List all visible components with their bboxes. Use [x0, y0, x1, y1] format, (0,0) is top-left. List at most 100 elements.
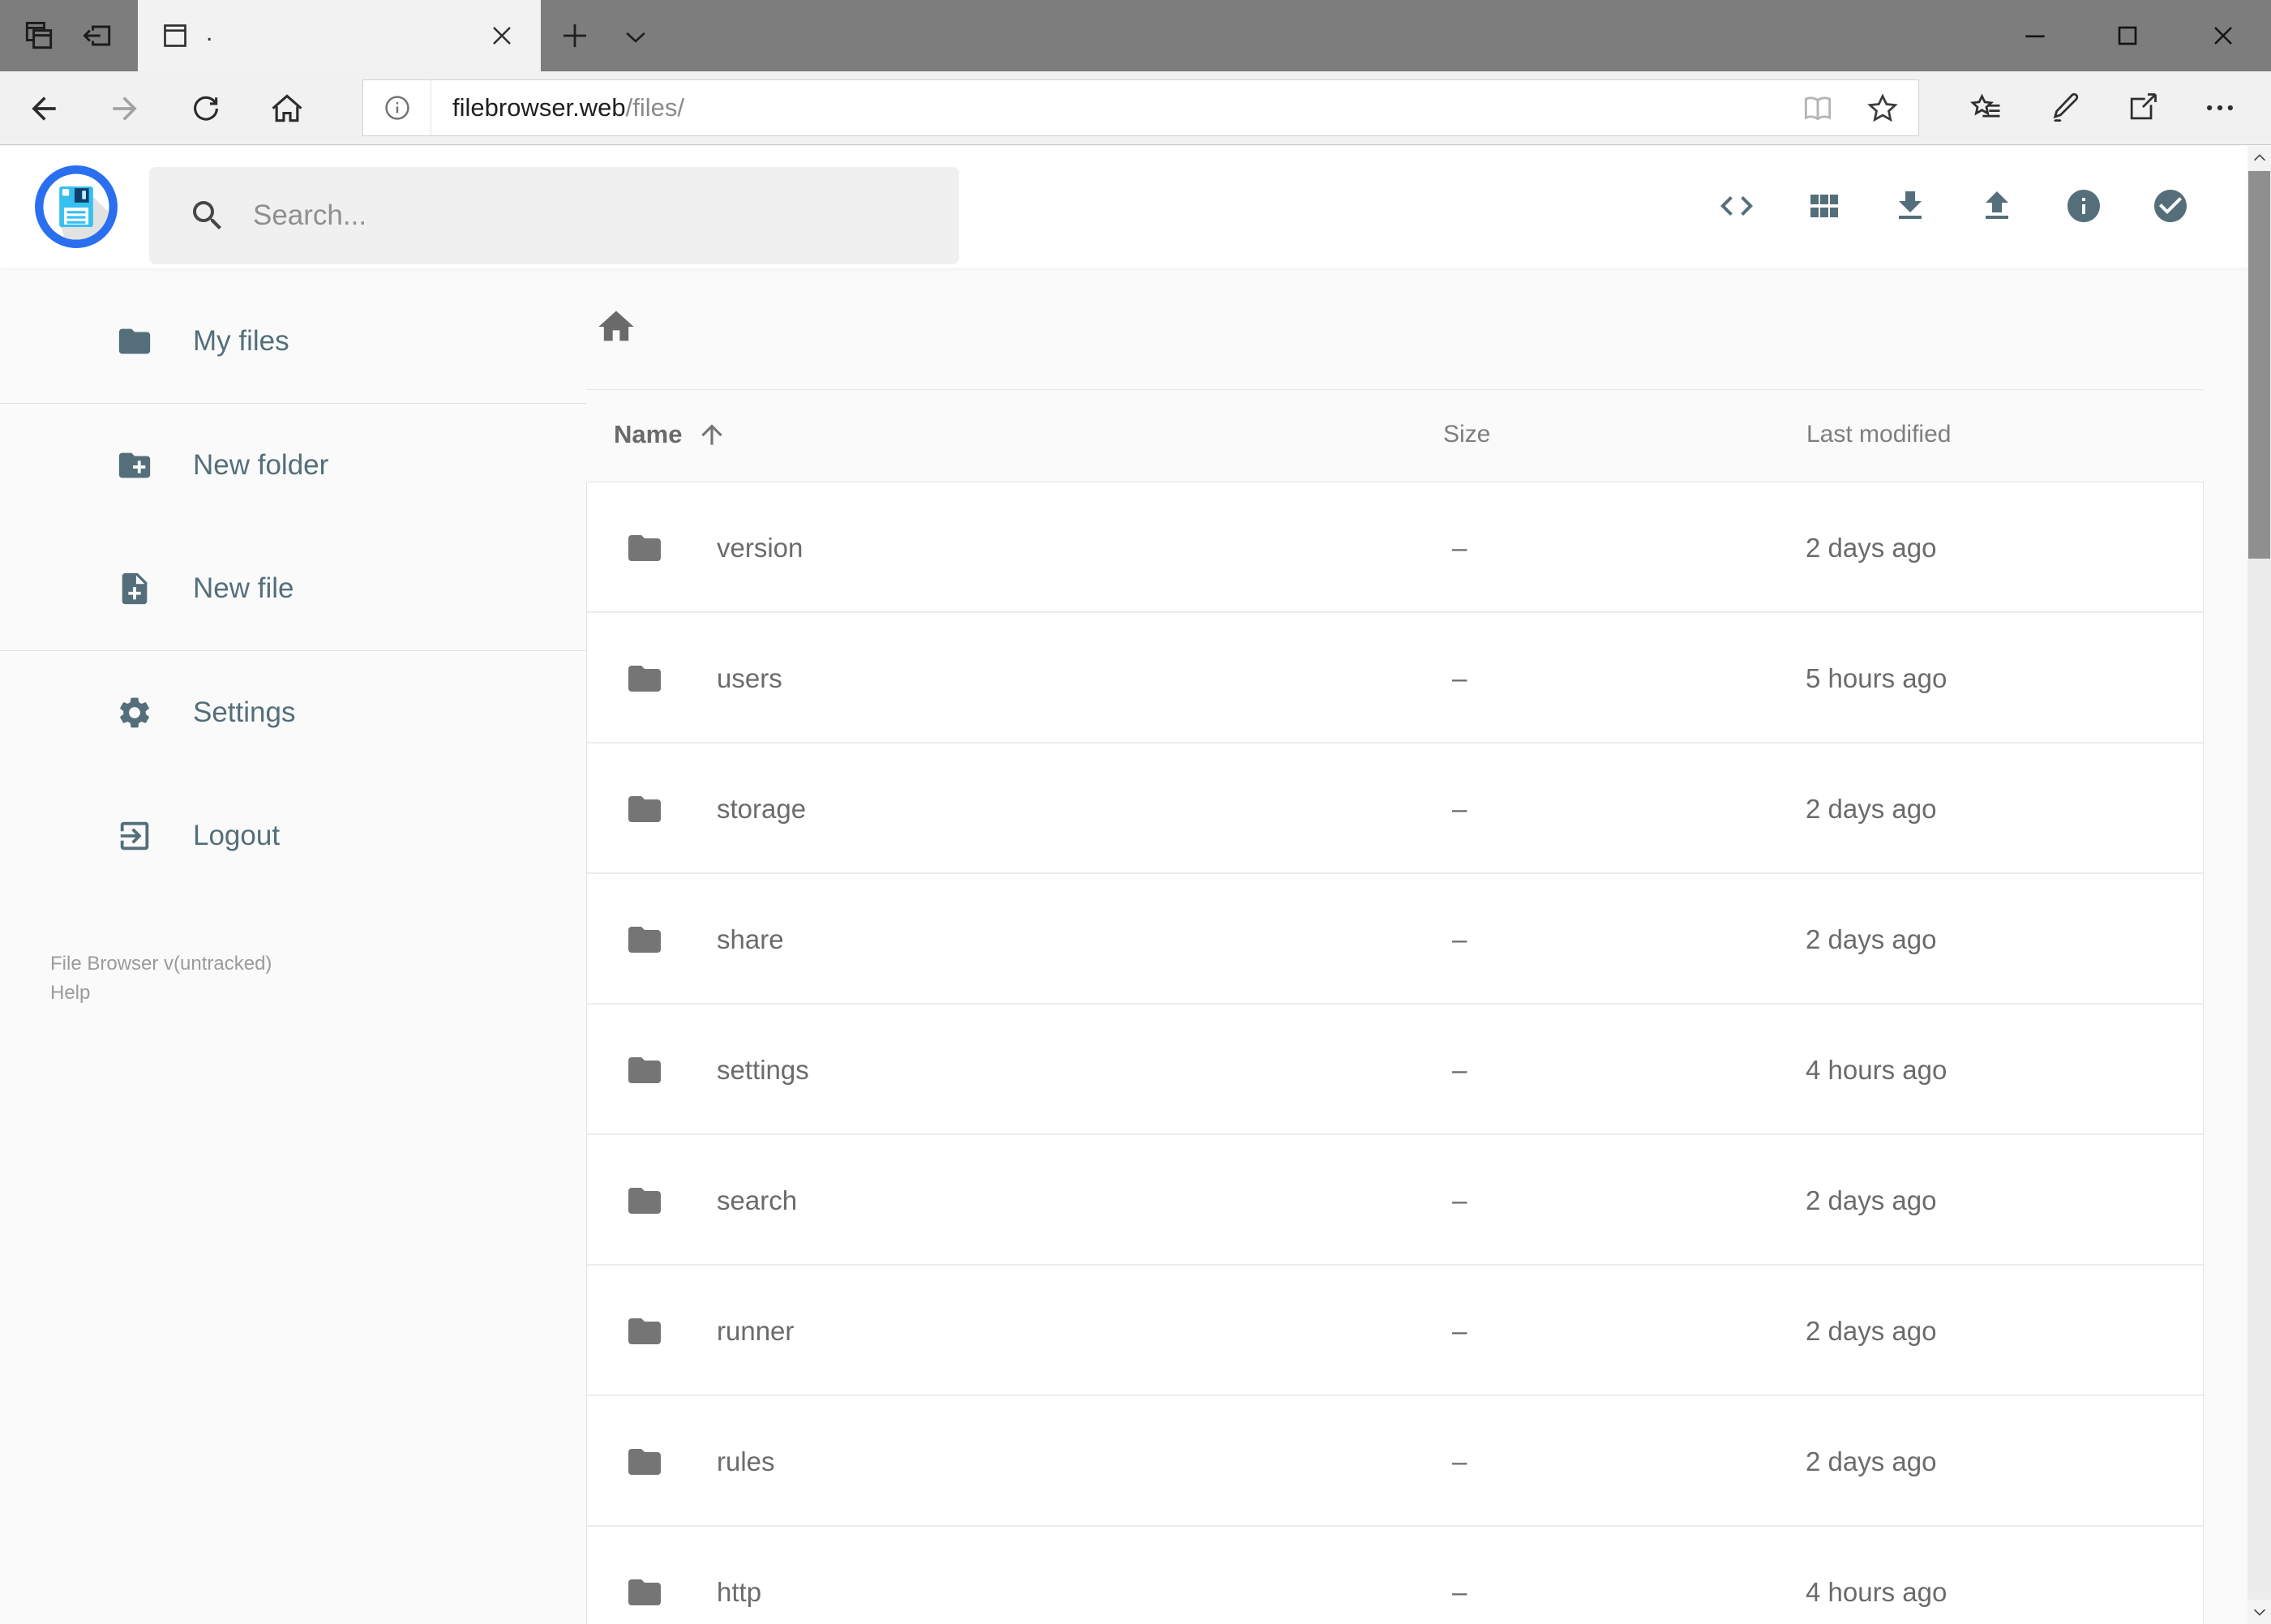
table-header: Name Size Last modified [586, 390, 2204, 482]
scrollbar-thumb[interactable] [2248, 171, 2270, 559]
file-modified: 2 days ago [1806, 794, 1937, 824]
file-name: version [717, 533, 803, 563]
column-header-modified[interactable]: Last modified [1806, 421, 1951, 448]
sidebar-footer: File Browser v(untracked) Help [0, 898, 586, 1008]
sidebar-item-logout[interactable]: Logout [0, 774, 586, 898]
add-favorite-star-icon[interactable] [1865, 91, 1900, 126]
scrollbar-up-icon[interactable] [2247, 146, 2271, 170]
file-size: – [1452, 1577, 1468, 1607]
forward-button[interactable] [107, 91, 143, 126]
grid-view-icon[interactable] [1804, 186, 1843, 225]
file-modified: 2 days ago [1806, 1446, 1937, 1476]
file-name: rules [717, 1446, 775, 1476]
url-host: filebrowser.web [452, 93, 626, 122]
scrollbar-down-icon[interactable] [2247, 1600, 2271, 1624]
note-add-icon [116, 570, 153, 607]
file-modified: 2 days ago [1806, 1316, 1937, 1346]
info-icon[interactable] [2064, 186, 2103, 225]
set-tabs-aside-icon[interactable] [79, 18, 115, 54]
sidebar-item-new-file[interactable]: New file [0, 527, 586, 650]
column-name-label: Name [614, 420, 683, 448]
tab-preview-icon[interactable] [21, 18, 57, 54]
file-size: – [1452, 1446, 1468, 1476]
search-icon [188, 196, 227, 235]
sidebar-item-new-folder[interactable]: New folder [0, 404, 586, 527]
file-name: http [717, 1577, 762, 1607]
app-version-text: File Browser v(untracked) [50, 953, 272, 975]
file-modified: 2 days ago [1806, 533, 1937, 563]
logout-icon [116, 817, 153, 855]
file-size: – [1452, 663, 1468, 693]
favorites-hub-icon[interactable] [1969, 90, 2004, 126]
new-tab-button[interactable] [558, 19, 592, 53]
column-header-size[interactable]: Size [1443, 421, 1490, 448]
tab-close-icon[interactable] [486, 19, 518, 52]
table-row[interactable]: users – 5 hours ago [587, 613, 2203, 743]
breadcrumb [586, 268, 2204, 389]
file-modified: 5 hours ago [1806, 663, 1947, 693]
sidebar-item-label: My files [193, 325, 289, 357]
table-row[interactable]: rules – 2 days ago [587, 1396, 2203, 1527]
search-bar[interactable] [149, 167, 959, 264]
browser-titlebar: . [0, 0, 2271, 71]
table-row[interactable]: version – 2 days ago [587, 482, 2203, 613]
table-row[interactable]: storage – 2 days ago [587, 743, 2203, 874]
window-maximize-button[interactable] [2095, 0, 2160, 71]
file-name: storage [717, 794, 807, 824]
page-icon [159, 19, 191, 52]
back-button[interactable] [26, 91, 62, 126]
page-scrollbar[interactable] [2247, 146, 2271, 1624]
window-minimize-button[interactable] [2003, 0, 2067, 71]
table-row[interactable]: runner – 2 days ago [587, 1266, 2203, 1396]
url-path: /files/ [625, 93, 685, 122]
file-size: – [1452, 794, 1468, 824]
table-row[interactable]: http – 4 hours ago [587, 1527, 2203, 1624]
filebrowser-logo [34, 165, 118, 249]
file-size: – [1452, 1316, 1468, 1346]
folder-icon [625, 1312, 664, 1351]
code-view-icon[interactable] [1717, 186, 1756, 225]
file-listing: Name Size Last modified version – 2 days… [586, 268, 2204, 1624]
ink-pen-icon[interactable] [2046, 90, 2082, 126]
upload-icon[interactable] [1977, 186, 2016, 225]
browser-toolbar: filebrowser.web/files/ [0, 71, 2271, 145]
file-modified: 4 hours ago [1806, 1577, 1947, 1607]
folder-icon [625, 1051, 664, 1090]
column-header-name[interactable]: Name [614, 419, 727, 450]
file-size: – [1452, 1055, 1468, 1085]
folder-icon [625, 529, 664, 568]
browser-tab[interactable]: . [138, 0, 541, 71]
tab-preview-chevron-icon[interactable] [619, 20, 652, 53]
sidebar-item-my-files[interactable]: My files [0, 280, 586, 403]
window-close-button[interactable] [2191, 0, 2256, 71]
sidebar-item-label: New folder [193, 449, 329, 481]
app-header [0, 146, 2247, 268]
sidebar-item-label: Logout [193, 820, 281, 851]
sidebar: My files New folder New file Settings Lo… [0, 280, 586, 1008]
file-modified: 4 hours ago [1806, 1055, 1947, 1085]
share-icon[interactable] [2124, 90, 2160, 126]
reading-view-icon[interactable] [1800, 91, 1836, 126]
more-options-icon[interactable] [2202, 90, 2238, 126]
browser-window: . filebrowser.web/files/ Search... My fi… [0, 0, 2271, 1624]
refresh-button[interactable] [188, 91, 224, 126]
file-modified: 2 days ago [1806, 924, 1937, 954]
url-text: filebrowser.web/files/ [452, 93, 684, 122]
table-row[interactable]: share – 2 days ago [587, 874, 2203, 1005]
file-name: share [717, 924, 784, 954]
table-row[interactable]: search – 2 days ago [587, 1135, 2203, 1266]
help-link[interactable]: Help [50, 979, 586, 1008]
select-check-icon[interactable] [2151, 186, 2190, 225]
home-breadcrumb-icon[interactable] [595, 306, 637, 348]
sort-ascending-icon [696, 419, 727, 450]
sidebar-item-settings[interactable]: Settings [0, 651, 586, 774]
home-button[interactable] [269, 91, 305, 126]
search-input[interactable] [253, 199, 902, 232]
download-icon[interactable] [1891, 186, 1930, 225]
folder-icon [625, 790, 664, 829]
file-name: runner [717, 1316, 795, 1346]
table-row[interactable]: settings – 4 hours ago [587, 1005, 2203, 1135]
tab-title: . [206, 19, 213, 46]
address-bar[interactable]: filebrowser.web/files/ [362, 79, 1919, 136]
site-info-icon[interactable] [363, 80, 431, 135]
